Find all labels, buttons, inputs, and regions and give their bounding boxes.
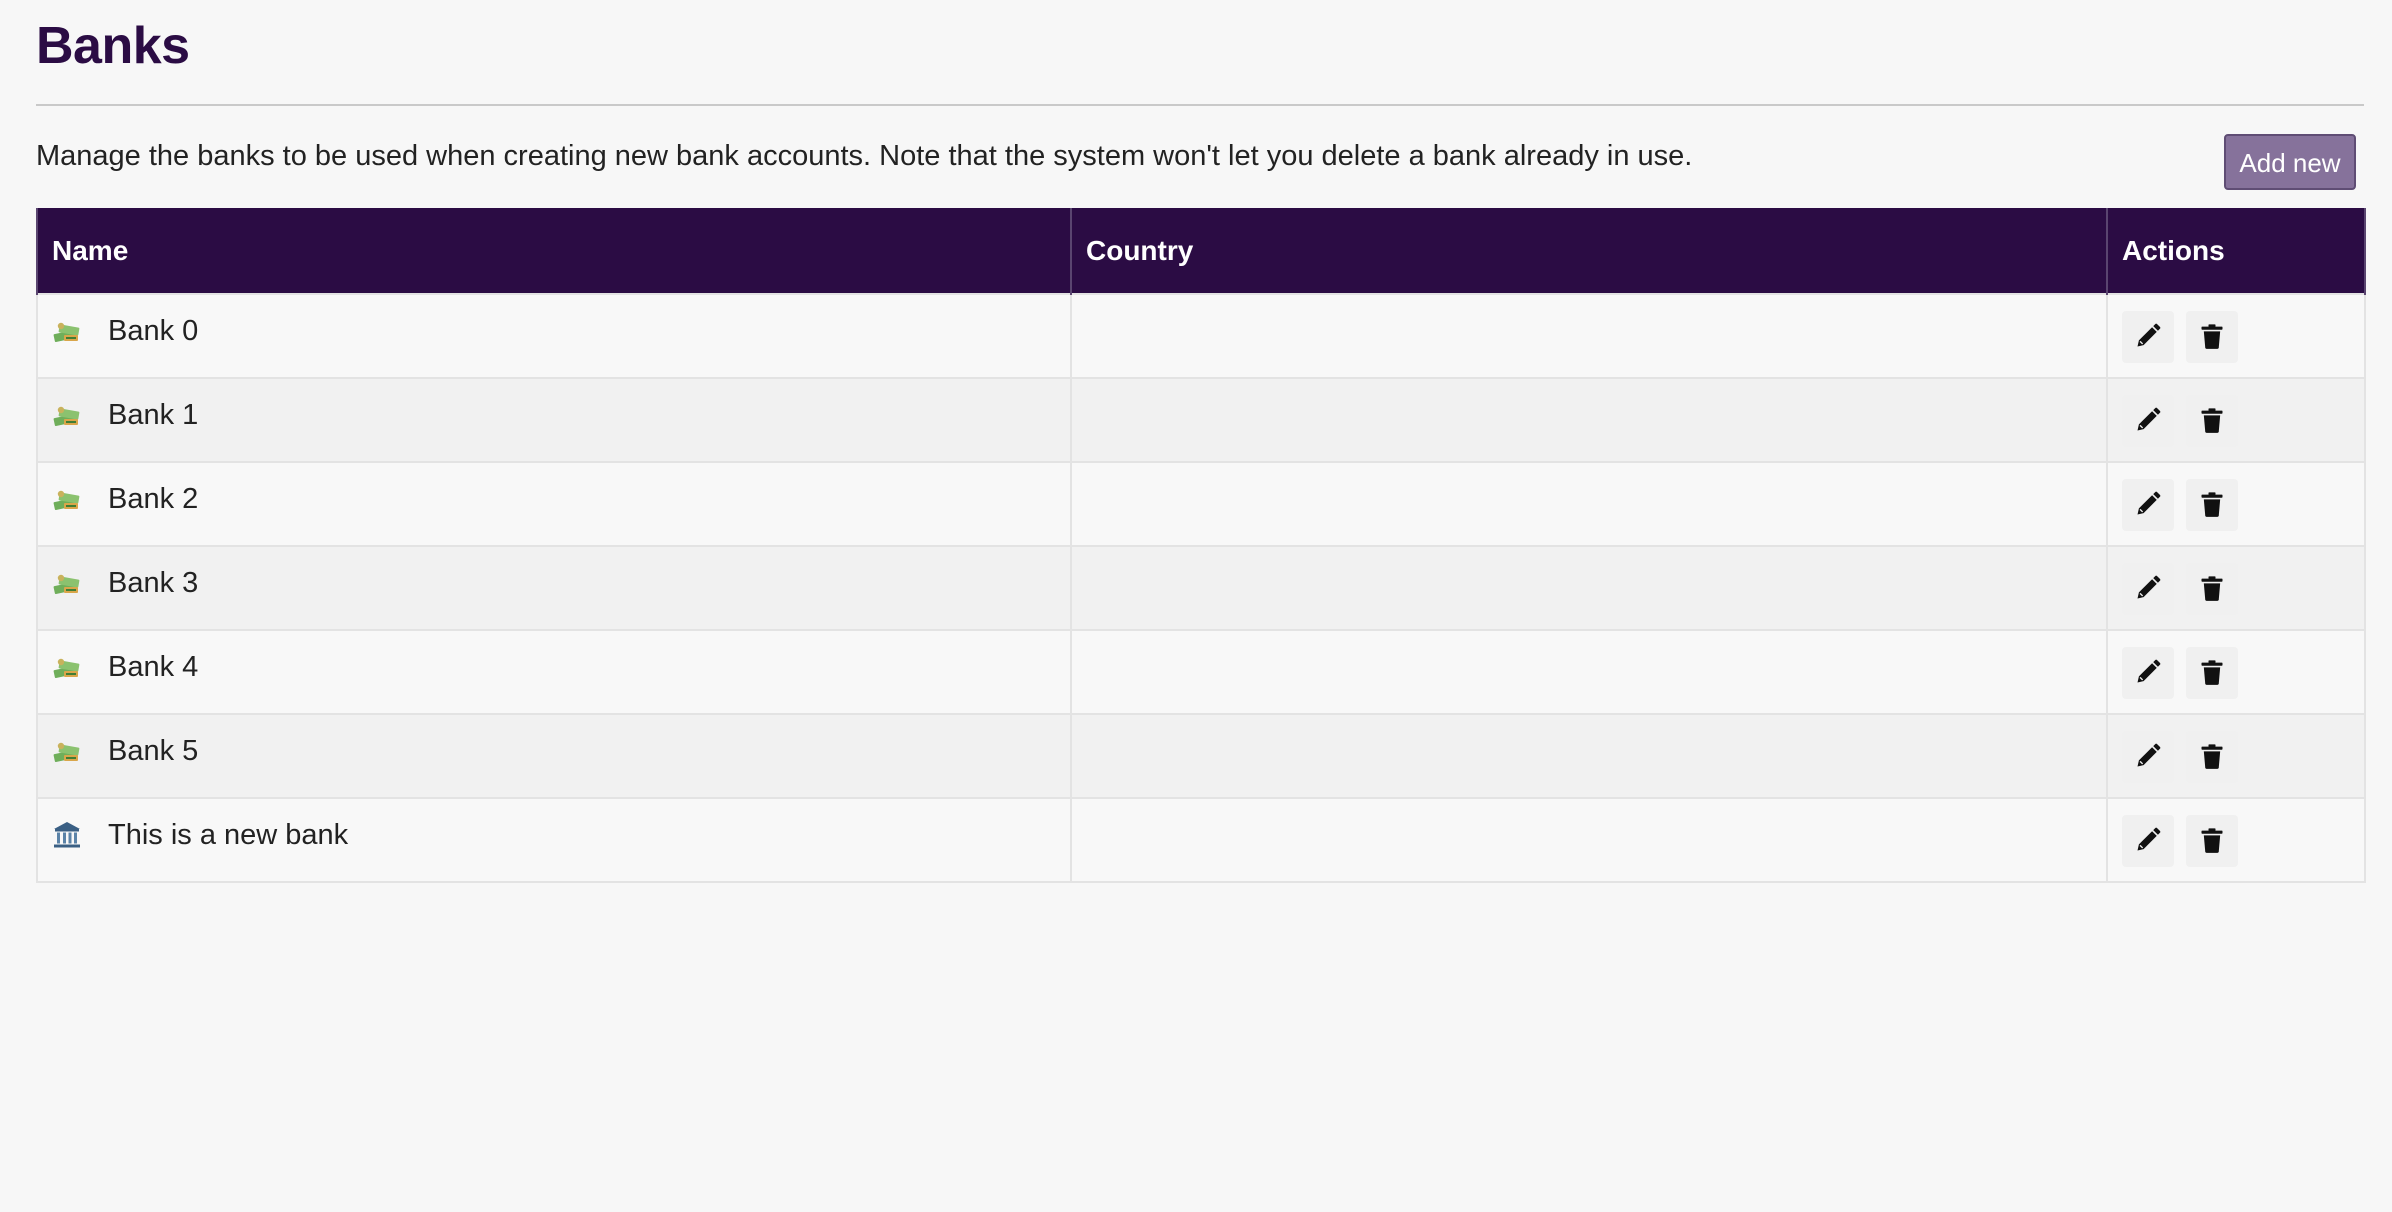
name-cell: This is a new bank [36,797,1072,883]
column-header-actions: Actions [2106,208,2366,294]
money-icon [52,484,82,514]
delete-button[interactable] [2186,395,2238,447]
actions-cell [2106,713,2366,799]
page-description: Manage the banks to be used when creatin… [36,140,1693,172]
country-cell [1070,797,2108,883]
table-row: Bank 3 [36,545,2366,631]
country-cell [1070,629,2108,715]
actions-cell [2106,293,2366,379]
banks-page: Banks Manage the banks to be used when c… [0,0,2392,1212]
bank-name: This is a new bank [108,819,349,851]
column-header-country[interactable]: Country [1070,208,2108,294]
trash-icon [2198,826,2226,857]
edit-button[interactable] [2122,731,2174,783]
money-icon [52,316,82,346]
trash-icon [2198,742,2226,773]
trash-icon [2198,322,2226,353]
money-icon [52,400,82,430]
money-icon [52,652,82,682]
edit-button[interactable] [2122,563,2174,615]
bank-name: Bank 3 [108,567,199,599]
trash-icon [2198,406,2226,437]
country-cell [1070,461,2108,547]
banks-table-body: Bank 0 Bank 1 Bank 2 Bank 3 Bank 4 Bank 5 This… [36,293,2366,883]
name-cell: Bank 5 [36,713,1072,799]
actions-cell [2106,797,2366,883]
table-row: Bank 1 [36,377,2366,463]
bank-name: Bank 5 [108,735,199,767]
delete-button[interactable] [2186,311,2238,363]
country-cell [1070,545,2108,631]
table-row: Bank 4 [36,629,2366,715]
add-new-button[interactable]: Add new [2224,134,2356,190]
actions-cell [2106,377,2366,463]
pencil-icon [2134,742,2162,773]
bank-name: Bank 0 [108,315,199,347]
actions-cell [2106,545,2366,631]
pencil-icon [2134,322,2162,353]
country-cell [1070,377,2108,463]
money-icon [52,736,82,766]
delete-button[interactable] [2186,731,2238,783]
table-row: Bank 2 [36,461,2366,547]
name-cell: Bank 0 [36,293,1072,379]
pencil-icon [2134,574,2162,605]
pencil-icon [2134,490,2162,521]
trash-icon [2198,658,2226,689]
edit-button[interactable] [2122,815,2174,867]
delete-button[interactable] [2186,815,2238,867]
delete-button[interactable] [2186,647,2238,699]
intro-row: Manage the banks to be used when creatin… [36,106,2356,208]
pencil-icon [2134,826,2162,857]
pencil-icon [2134,658,2162,689]
table-row: Bank 5 [36,713,2366,799]
actions-cell [2106,629,2366,715]
name-cell: Bank 4 [36,629,1072,715]
edit-button[interactable] [2122,479,2174,531]
bank-name: Bank 1 [108,399,199,431]
banks-table: Name Country Actions Bank 0 Bank 1 Bank 2B… [36,208,2366,883]
delete-button[interactable] [2186,479,2238,531]
edit-button[interactable] [2122,647,2174,699]
table-row: Bank 0 [36,293,2366,379]
pencil-icon [2134,406,2162,437]
edit-button[interactable] [2122,395,2174,447]
table-header-row: Name Country Actions [36,208,2366,294]
country-cell [1070,293,2108,379]
page-title: Banks [36,17,190,75]
bank-building-icon [52,820,82,850]
name-cell: Bank 1 [36,377,1072,463]
trash-icon [2198,574,2226,605]
column-header-name[interactable]: Name [36,208,1072,294]
actions-cell [2106,461,2366,547]
bank-name: Bank 4 [108,651,199,683]
trash-icon [2198,490,2226,521]
name-cell: Bank 2 [36,461,1072,547]
delete-button[interactable] [2186,563,2238,615]
bank-name: Bank 2 [108,483,199,515]
money-icon [52,568,82,598]
table-row: This is a new bank [36,797,2366,883]
name-cell: Bank 3 [36,545,1072,631]
edit-button[interactable] [2122,311,2174,363]
country-cell [1070,713,2108,799]
